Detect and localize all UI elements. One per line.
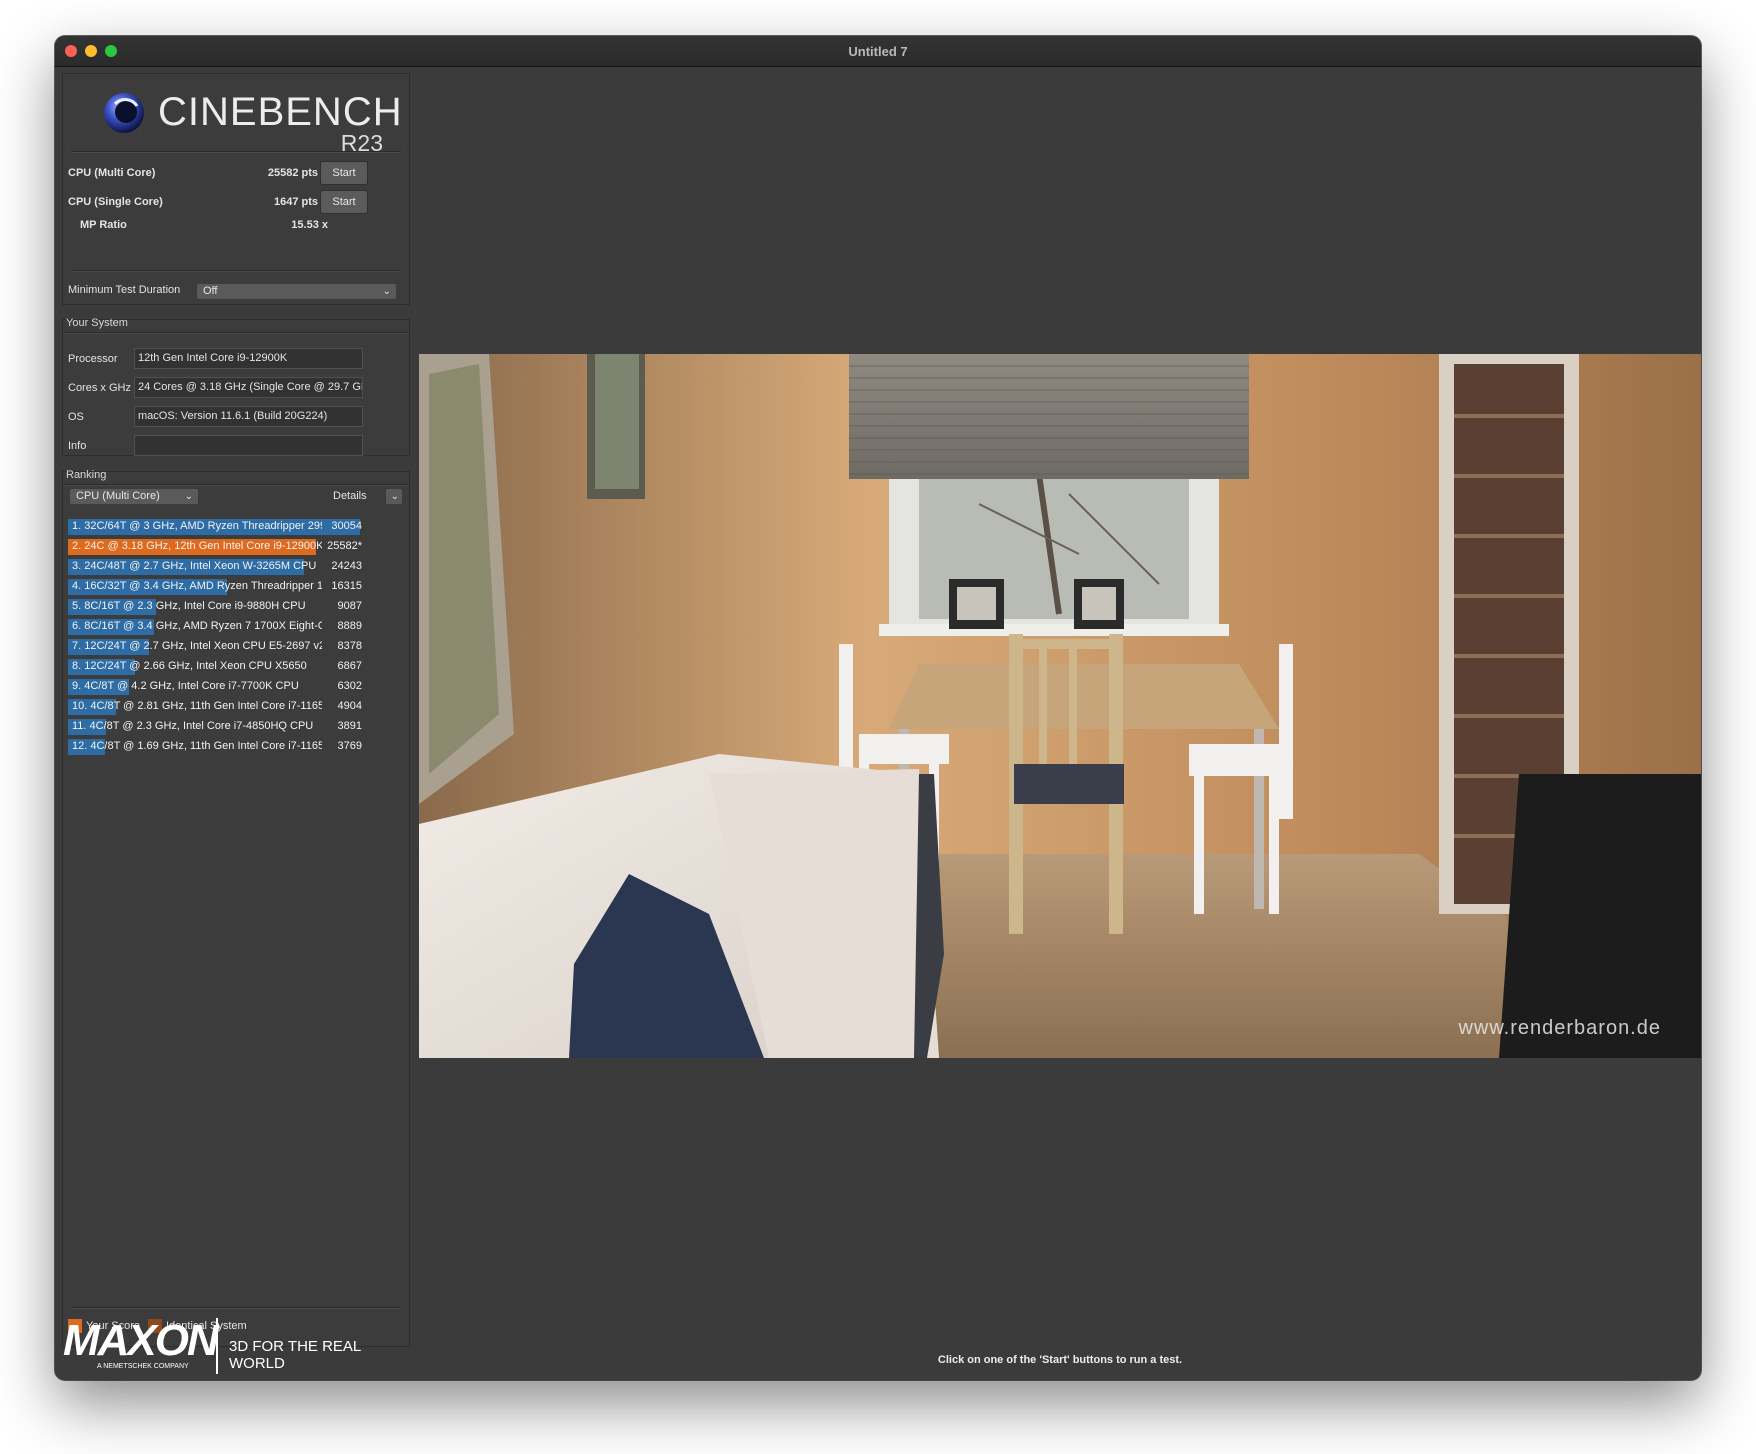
os-label: OS — [68, 411, 84, 423]
ranking-score: 25582* — [327, 540, 362, 552]
ranking-row[interactable]: 3. 24C/48T @ 2.7 GHz, Intel Xeon W-3265M… — [68, 557, 366, 577]
ranking-score: 3769 — [337, 740, 362, 752]
ranking-row[interactable]: 11. 4C/8T @ 2.3 GHz, Intel Core i7-4850H… — [68, 717, 366, 737]
ranking-score: 9087 — [337, 600, 362, 612]
ranking-score: 16315 — [331, 580, 362, 592]
processor-field[interactable]: 12th Gen Intel Core i9-12900K — [134, 348, 363, 369]
system-panel: Your System Processor 12th Gen Intel Cor… — [62, 317, 410, 456]
title-bar: Untitled 7 — [55, 36, 1701, 67]
ranking-label: 7. 12C/24T @ 2.7 GHz, Intel Xeon CPU E5-… — [72, 640, 322, 652]
ranking-label: 4. 16C/32T @ 3.4 GHz, AMD Ryzen Threadri… — [72, 580, 322, 592]
chevron-down-icon: ⌄ — [390, 491, 399, 502]
ranking-label: 1. 32C/64T @ 3 GHz, AMD Ryzen Threadripp… — [72, 520, 322, 532]
mp-ratio-label: MP Ratio — [80, 219, 127, 231]
ranking-row[interactable]: 9. 4C/8T @ 4.2 GHz, Intel Core i7-7700K … — [68, 677, 366, 697]
ranking-panel: Ranking CPU (Multi Core) ⌄ Details ⌄ 1. … — [62, 469, 410, 1347]
ranking-label: 9. 4C/8T @ 4.2 GHz, Intel Core i7-7700K … — [72, 680, 299, 692]
render-watermark: www.renderbaron.de — [1458, 1017, 1661, 1039]
render-viewport: www.renderbaron.de — [419, 354, 1701, 1058]
divider — [71, 270, 401, 272]
divider — [63, 484, 409, 486]
chevron-down-icon: ⌄ — [184, 491, 193, 502]
multi-core-label: CPU (Multi Core) — [68, 167, 156, 179]
app-window: Untitled 7 CINEBENCH R23 CPU (Multi Core… — [55, 36, 1701, 1380]
ranking-row[interactable]: 2. 24C @ 3.18 GHz, 12th Gen Intel Core i… — [68, 537, 366, 557]
ranking-row[interactable]: 10. 4C/8T @ 2.81 GHz, 11th Gen Intel Cor… — [68, 697, 366, 717]
info-label: Info — [68, 440, 87, 452]
divider — [71, 1307, 401, 1309]
ranking-mode-value: CPU (Multi Core) — [76, 490, 160, 502]
ranking-label: 6. 8C/16T @ 3.4 GHz, AMD Ryzen 7 1700X E… — [72, 620, 322, 632]
ranking-row[interactable]: 1. 32C/64T @ 3 GHz, AMD Ryzen Threadripp… — [68, 517, 366, 537]
section-title-system: Your System — [66, 317, 128, 329]
ranking-label: 12. 4C/8T @ 1.69 GHz, 11th Gen Intel Cor… — [72, 740, 322, 752]
window-title: Untitled 7 — [848, 44, 908, 59]
ranking-label: 2. 24C @ 3.18 GHz, 12th Gen Intel Core i… — [72, 540, 322, 552]
status-message: Click on one of the 'Start' buttons to r… — [937, 1354, 1183, 1366]
render-image — [419, 354, 1701, 1058]
ranking-label: 10. 4C/8T @ 2.81 GHz, 11th Gen Intel Cor… — [72, 700, 322, 712]
benchmark-panel: CINEBENCH R23 CPU (Multi Core) 25582 pts… — [62, 73, 410, 305]
cores-label: Cores x GHz — [68, 382, 131, 394]
min-duration-value: Off — [203, 285, 218, 297]
ranking-score: 8378 — [337, 640, 362, 652]
section-title-ranking: Ranking — [66, 469, 107, 481]
processor-label: Processor — [68, 353, 118, 365]
mp-ratio-value: 15.53 x — [291, 219, 328, 231]
ranking-row[interactable]: 5. 8C/16T @ 2.3 GHz, Intel Core i9-9880H… — [68, 597, 366, 617]
ranking-score: 8889 — [337, 620, 362, 632]
ranking-score: 6302 — [337, 680, 362, 692]
app-name: CINEBENCH — [158, 90, 403, 134]
ranking-label: 5. 8C/16T @ 2.3 GHz, Intel Core i9-9880H… — [72, 600, 306, 612]
ranking-score: 30054 — [331, 520, 362, 532]
cores-field[interactable]: 24 Cores @ 3.18 GHz (Single Core @ 29.7 … — [134, 377, 363, 398]
ranking-label: 11. 4C/8T @ 2.3 GHz, Intel Core i7-4850H… — [72, 720, 314, 732]
ranking-row[interactable]: 12. 4C/8T @ 1.69 GHz, 11th Gen Intel Cor… — [68, 737, 366, 757]
ranking-label: 3. 24C/48T @ 2.7 GHz, Intel Xeon W-3265M… — [72, 560, 317, 572]
single-core-start-button[interactable]: Start — [320, 190, 368, 214]
info-field[interactable] — [134, 435, 363, 456]
min-duration-label: Minimum Test Duration — [68, 284, 181, 296]
ranking-row[interactable]: 6. 8C/16T @ 3.4 GHz, AMD Ryzen 7 1700X E… — [68, 617, 366, 637]
maxon-logo: MAXON A NEMETSCHEK COMPANY 3D FOR THE RE… — [63, 1316, 413, 1378]
maxon-subtitle: A NEMETSCHEK COMPANY — [97, 1363, 189, 1370]
single-core-label: CPU (Single Core) — [68, 196, 163, 208]
brand-divider — [216, 1318, 218, 1374]
chevron-down-icon: ⌄ — [382, 286, 391, 297]
single-core-score: 1647 pts — [273, 196, 318, 208]
cinebench-orb-icon — [104, 93, 144, 133]
multi-core-start-button[interactable]: Start — [320, 161, 368, 185]
ranking-row[interactable]: 4. 16C/32T @ 3.4 GHz, AMD Ryzen Threadri… — [68, 577, 366, 597]
ranking-row[interactable]: 8. 12C/24T @ 2.66 GHz, Intel Xeon CPU X5… — [68, 657, 366, 677]
maxon-wordmark: MAXON — [63, 1316, 219, 1365]
details-toggle[interactable]: ⌄ — [386, 489, 402, 504]
ranking-score: 3891 — [337, 720, 362, 732]
ranking-mode-select[interactable]: CPU (Multi Core) ⌄ — [70, 489, 198, 504]
divider — [71, 151, 401, 153]
divider — [63, 332, 409, 334]
details-label: Details — [333, 490, 367, 502]
ranking-label: 8. 12C/24T @ 2.66 GHz, Intel Xeon CPU X5… — [72, 660, 307, 672]
ranking-row[interactable]: 7. 12C/24T @ 2.7 GHz, Intel Xeon CPU E5-… — [68, 637, 366, 657]
multi-core-score: 25582 pts — [267, 167, 318, 179]
ranking-score: 4904 — [337, 700, 362, 712]
os-field[interactable]: macOS: Version 11.6.1 (Build 20G224) — [134, 406, 363, 427]
min-duration-select[interactable]: Off ⌄ — [197, 284, 396, 299]
ranking-score: 6867 — [337, 660, 362, 672]
ranking-score: 24243 — [331, 560, 362, 572]
brand-tagline: 3D FOR THE REAL WORLD — [229, 1338, 361, 1372]
ranking-list: 1. 32C/64T @ 3 GHz, AMD Ryzen Threadripp… — [68, 517, 366, 757]
